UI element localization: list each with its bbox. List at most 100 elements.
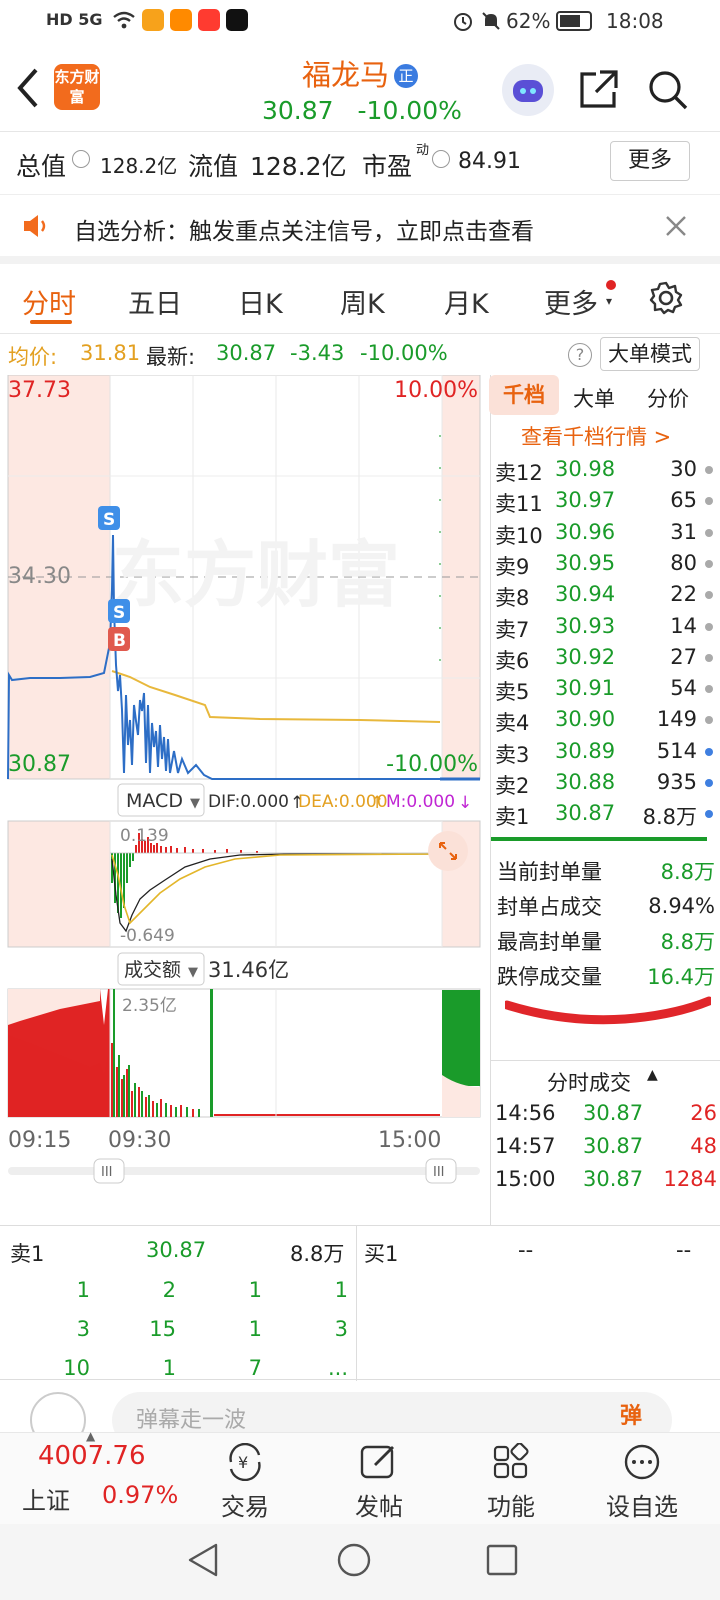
chart-tabs: 分时 五日 日K 周K 月K 更多 ▾ <box>0 264 720 334</box>
level-dot-icon <box>705 779 713 787</box>
tick-price: 30.87 <box>583 1101 644 1125</box>
comment-list-icon[interactable] <box>30 1392 86 1432</box>
close-icon[interactable] <box>664 214 688 244</box>
scroll-handle-grip: III <box>433 1165 445 1180</box>
tab-weekly-k[interactable]: 周K <box>340 282 385 321</box>
limit-down-divider <box>491 837 707 841</box>
pe-dynamic-tag: 动 <box>416 143 430 158</box>
latest-price: 30.87 <box>216 341 277 365</box>
search-icon[interactable] <box>646 68 690 116</box>
volume-label: 成交额 <box>124 959 181 981</box>
level-dot-icon <box>705 528 713 537</box>
app-notification-icon <box>142 9 164 31</box>
trade-tick-row: 14:56 30.87 26 <box>495 1099 717 1131</box>
level-dot-icon <box>705 810 713 819</box>
macd-m: M:0.000 <box>386 792 455 812</box>
settings-gear-icon[interactable] <box>648 280 684 323</box>
chevron-down-icon: ▼ <box>190 796 200 811</box>
ask-level-row[interactable]: 卖8 30.94 22 <box>495 580 717 612</box>
macd-dif: DIF:0.000 <box>208 792 289 812</box>
ask-level-volume: 65 <box>670 488 697 513</box>
index-value: 4007.76 <box>38 1441 146 1471</box>
chevron-down-icon: ▼ <box>188 965 198 980</box>
time-scrollbar <box>8 1167 480 1175</box>
queue-order-cell: 7 <box>248 1356 262 1380</box>
order-queue: 卖1 30.87 8.8万 买1 -- -- 1 2 1 1 3 15 1 3 10 1 7... <box>0 1225 720 1381</box>
mute-icon <box>480 10 502 37</box>
speaker-icon <box>22 212 52 246</box>
tab-thousand-levels[interactable]: 千档 <box>489 375 559 415</box>
tab-five-day[interactable]: 五日 <box>128 282 182 321</box>
ask-level-row[interactable]: 卖10 30.96 31 <box>495 518 717 550</box>
nav-add-watchlist[interactable]: 设自选 <box>598 1443 686 1522</box>
ask-level-row[interactable]: 卖3 30.89 514 <box>495 737 717 769</box>
ask-level-row[interactable]: 卖5 30.91 54 <box>495 674 717 706</box>
notification-dot <box>606 280 616 290</box>
ask-level-row[interactable]: 卖11 30.97 65 <box>495 486 717 518</box>
ask-level-row[interactable]: 卖6 30.92 27 <box>495 643 717 675</box>
stats-row: 总值 128.2亿 流值 128.2亿 市盈 动 84.91 更多 <box>0 133 720 195</box>
tab-monthly-k[interactable]: 月K <box>444 282 489 321</box>
status-bar: HD 5G 62% 18:08 <box>0 0 720 44</box>
header-price: 30.87 <box>262 96 334 125</box>
view-levels-link[interactable]: 查看千档行情 > <box>521 421 671 451</box>
scroll-handle-grip: III <box>101 1165 113 1180</box>
ask-level-label: 卖5 <box>495 680 530 705</box>
queue-order-cell: 10 <box>63 1356 90 1380</box>
taobao-icon <box>198 9 220 31</box>
ask-level-price: 30.87 <box>555 801 616 826</box>
tab-more[interactable]: 更多 <box>544 282 598 321</box>
ticks-title[interactable]: 分时成交 <box>547 1067 631 1097</box>
trade-tick-row: 15:00 30.87 1284 <box>495 1165 717 1197</box>
intraday-chart[interactable]: 东方财富 S S B 37.73 34.30 30.87 10.00% -10.… <box>0 375 490 1225</box>
back-button[interactable] <box>14 66 42 114</box>
ask-level-row[interactable]: 卖2 30.88 935 <box>495 768 717 800</box>
level-dot-icon <box>705 591 713 600</box>
back-triangle-icon[interactable] <box>186 1542 220 1582</box>
chevron-down-icon: ▾ <box>606 294 613 308</box>
ask-level-label: 卖7 <box>495 617 530 642</box>
macd-top-label: 0.139 <box>120 826 169 846</box>
info-icon[interactable] <box>432 150 450 168</box>
robot-assistant-icon[interactable] <box>502 64 554 116</box>
ask-level-price: 30.95 <box>555 550 616 575</box>
nav-functions[interactable]: 功能 <box>480 1442 542 1522</box>
ask-level-volume: 14 <box>670 613 697 638</box>
home-circle-icon[interactable] <box>336 1542 372 1582</box>
tab-daily-k[interactable]: 日K <box>238 282 283 321</box>
ask-level-row[interactable]: 卖1 30.87 8.8万 <box>495 799 717 831</box>
recents-square-icon[interactable] <box>486 1544 518 1580</box>
danmu-button[interactable]: 弹 <box>620 1398 642 1430</box>
queue-buy-label: 买1 <box>364 1242 399 1266</box>
tab-price-distribution[interactable]: 分价 <box>647 383 689 413</box>
ask-level-row[interactable]: 卖7 30.93 14 <box>495 612 717 644</box>
nav-post[interactable]: 发帖 <box>348 1443 410 1522</box>
index-ticker[interactable]: ▲ 4007.76 上证 0.97% <box>0 1429 200 1525</box>
big-order-mode-button[interactable]: 大单模式 <box>600 337 700 371</box>
share-icon[interactable] <box>578 68 620 114</box>
yuan-cycle-icon: ¥ <box>229 1442 261 1482</box>
time-label-open-auction: 09:15 <box>8 1128 71 1153</box>
notice-bar[interactable]: 自选分析：触发重点关注信号，立即点击查看 <box>0 196 720 264</box>
intraday-chart-area[interactable]: 东方财富 S S B 37.73 34.30 30.87 10.00% -10.… <box>0 375 490 1225</box>
tab-intraday[interactable]: 分时 <box>22 282 76 321</box>
ask-level-volume: 80 <box>670 550 697 575</box>
ask-level-row[interactable]: 卖12 30.98 30 <box>495 455 717 487</box>
wifi-icon <box>112 10 135 30</box>
ask-level-row[interactable]: 卖9 30.95 80 <box>495 549 717 581</box>
tab-big-orders[interactable]: 大单 <box>573 383 615 413</box>
app-logo[interactable]: 东方财富 <box>54 64 100 110</box>
nav-trade-label: 交易 <box>221 1493 269 1521</box>
time-label-open: 09:30 <box>108 1128 171 1153</box>
info-icon[interactable] <box>72 150 90 168</box>
nav-trade[interactable]: ¥ 交易 <box>214 1442 276 1522</box>
more-button[interactable]: 更多 <box>610 141 690 181</box>
tick-price: 30.87 <box>583 1134 644 1158</box>
ask-level-row[interactable]: 卖4 30.90 149 <box>495 705 717 737</box>
ask-level-label: 卖1 <box>495 805 530 830</box>
help-icon[interactable]: ? <box>568 343 592 367</box>
ask-level-price: 30.96 <box>555 519 616 544</box>
edit-icon <box>360 1445 394 1479</box>
system-nav-bar <box>0 1524 720 1600</box>
ask-level-price: 30.89 <box>555 738 616 763</box>
